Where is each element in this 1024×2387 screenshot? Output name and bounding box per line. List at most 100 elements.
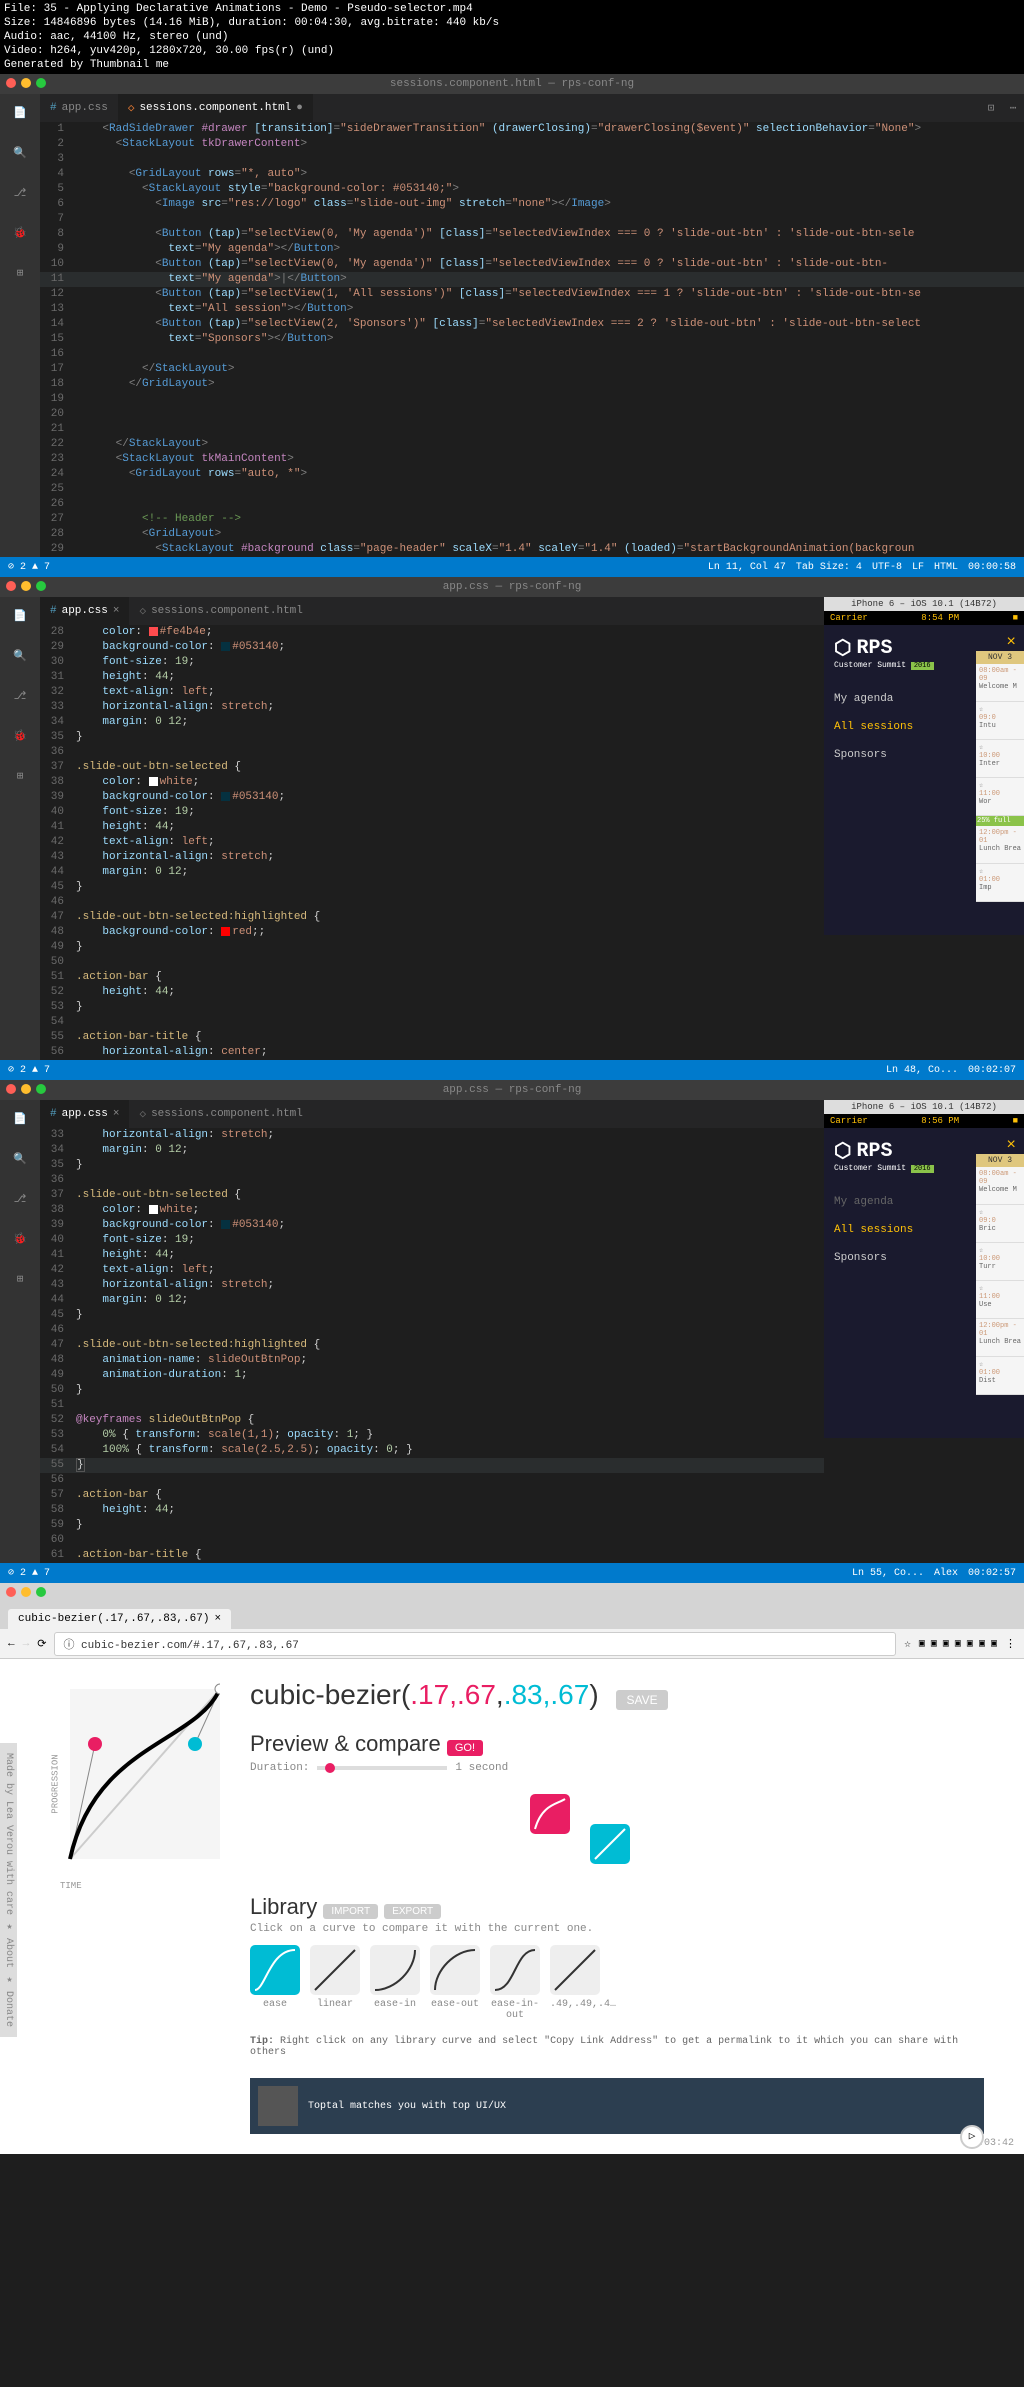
ios-simulator: iPhone 6 – iOS 10.1 (14B72) Carrier8:54 …: [824, 597, 1024, 947]
maximize-icon[interactable]: [36, 78, 46, 88]
event-item[interactable]: 12:00pm - 01Lunch Brea: [976, 826, 1024, 864]
control-point-2[interactable]: [188, 1737, 202, 1751]
status-language[interactable]: HTML: [934, 562, 958, 573]
preview-swatch-current[interactable]: [530, 1794, 570, 1834]
duration-control: Duration: 1 second: [250, 1762, 984, 1774]
extensions-icon[interactable]: ⊞: [9, 262, 31, 284]
forward-icon[interactable]: →: [23, 1638, 30, 1650]
titlebar: sessions.component.html — rps-conf-ng: [0, 74, 1024, 94]
event-item[interactable]: ☆10:00Turr: [976, 1243, 1024, 1281]
event-item[interactable]: ☆01:00Imp: [976, 864, 1024, 902]
close-icon[interactable]: ×: [113, 1108, 120, 1120]
window-title: app.css — rps-conf-ng: [443, 581, 582, 593]
tab-bar: #app.css ◇sessions.component.html● ⊡ ⋯: [40, 94, 1024, 122]
git-icon[interactable]: ⎇: [9, 685, 31, 707]
extensions-icons[interactable]: ▣ ▣ ▣ ▣ ▣ ▣ ▣: [919, 1638, 997, 1650]
status-errors[interactable]: ⊘ 2 ▲ 7: [8, 1064, 50, 1076]
status-errors[interactable]: ⊘ 2 ▲ 7: [8, 1567, 50, 1579]
window-controls[interactable]: [6, 78, 46, 88]
tab-sessions-html[interactable]: ◇sessions.component.html●: [118, 94, 313, 122]
status-user: Alex: [934, 1568, 958, 1579]
event-item[interactable]: ☆09:0Bric: [976, 1205, 1024, 1243]
curve-ease-in-out[interactable]: ease-in-out: [490, 1945, 540, 2021]
browser-tab-bar: cubic-bezier(.17,.67,.83,.67) ×: [0, 1603, 1024, 1629]
curve-custom[interactable]: .49,.49,.4…: [550, 1945, 600, 2021]
debug-icon[interactable]: 🐞: [9, 1228, 31, 1250]
status-encoding[interactable]: UTF-8: [872, 562, 902, 573]
status-line-col[interactable]: Ln 55, Co...: [852, 1568, 924, 1579]
git-icon[interactable]: ⎇: [9, 1188, 31, 1210]
browser-tab[interactable]: cubic-bezier(.17,.67,.83,.67) ×: [8, 1609, 231, 1629]
url-bar[interactable]: ⓘ cubic-bezier.com/#.17,.67,.83,.67: [54, 1632, 896, 1656]
tab-sessions-html[interactable]: ◇sessions.component.html: [129, 1100, 312, 1128]
reload-icon[interactable]: ⟳: [37, 1637, 46, 1651]
preview-swatch-compare[interactable]: [590, 1824, 630, 1864]
bezier-curve-editor[interactable]: PROGRESSION TIME: [40, 1679, 220, 1879]
titlebar: [0, 1583, 1024, 1603]
curve-ease[interactable]: ease: [250, 1945, 300, 2021]
file-video: Video: h264, yuv420p, 1280x720, 30.00 fp…: [4, 44, 1020, 58]
curve-ease-in[interactable]: ease-in: [370, 1945, 420, 2021]
explorer-icon[interactable]: 📄: [9, 605, 31, 627]
curve-linear[interactable]: linear: [310, 1945, 360, 2021]
event-item[interactable]: 08:00am - 09Welcome M: [976, 664, 1024, 702]
event-item[interactable]: ☆10:00Inter: [976, 740, 1024, 778]
donate-sidebar[interactable]: Made by Lea Verou with care ★ About ★ Do…: [0, 1743, 17, 2037]
status-line-col[interactable]: Ln 11, Col 47: [708, 562, 786, 573]
event-item[interactable]: ☆09:0Intu: [976, 702, 1024, 740]
import-button[interactable]: IMPORT: [323, 1904, 378, 1919]
event-item[interactable]: ☆11:00Use: [976, 1281, 1024, 1319]
control-point-1[interactable]: [88, 1737, 102, 1751]
event-item[interactable]: ☆11:00Wor: [976, 778, 1024, 816]
status-line-col[interactable]: Ln 48, Co...: [886, 1065, 958, 1076]
tab-sessions-html[interactable]: ◇sessions.component.html: [129, 597, 312, 625]
sim-statusbar: Carrier8:56 PM■: [824, 1114, 1024, 1128]
extensions-icon[interactable]: ⊞: [9, 765, 31, 787]
tab-app-css[interactable]: #app.css×: [40, 1100, 129, 1128]
search-icon[interactable]: 🔍: [9, 645, 31, 667]
extensions-icon[interactable]: ⊞: [9, 1268, 31, 1290]
curve-ease-out[interactable]: ease-out: [430, 1945, 480, 2021]
search-icon[interactable]: 🔍: [9, 142, 31, 164]
go-button[interactable]: GO!: [447, 1740, 483, 1756]
close-icon[interactable]: ×: [1006, 633, 1016, 651]
status-errors[interactable]: ⊘ 2 ▲ 7: [8, 561, 50, 573]
minimize-icon[interactable]: [21, 78, 31, 88]
search-icon[interactable]: 🔍: [9, 1148, 31, 1170]
file-audio: Audio: aac, 44100 Hz, stereo (und): [4, 30, 1020, 44]
close-icon[interactable]: ×: [113, 605, 120, 617]
menu-icon[interactable]: ⋮: [1005, 1637, 1016, 1651]
debug-icon[interactable]: 🐞: [9, 222, 31, 244]
export-button[interactable]: EXPORT: [384, 1904, 441, 1919]
footer-ad[interactable]: Toptal matches you with top UI/UX: [250, 2078, 984, 2134]
save-button[interactable]: SAVE: [616, 1690, 667, 1710]
debug-icon[interactable]: 🐞: [9, 725, 31, 747]
close-icon[interactable]: [6, 78, 16, 88]
status-line-ending[interactable]: LF: [912, 562, 924, 573]
curve-library: ease linear ease-in ease-out ease-in-out…: [250, 1945, 984, 2021]
event-item[interactable]: 12:00pm - 01Lunch Brea: [976, 1319, 1024, 1357]
more-icon[interactable]: ⋯: [1002, 97, 1024, 119]
vscode-pane-2: app.css — rps-conf-ng 📄 🔍 ⎇ 🐞 ⊞ #app.css…: [0, 577, 1024, 1080]
event-item[interactable]: ☆01:00Dist: [976, 1357, 1024, 1395]
ad-image: [258, 2086, 298, 2126]
back-icon[interactable]: ←: [8, 1638, 15, 1650]
tab-app-css[interactable]: #app.css×: [40, 597, 129, 625]
status-bar: ⊘ 2 ▲ 7 Ln 48, Co...00:02:07: [0, 1060, 1024, 1080]
git-icon[interactable]: ⎇: [9, 182, 31, 204]
play-icon[interactable]: ▷: [960, 2125, 984, 2149]
tab-dirty-icon[interactable]: ●: [296, 102, 303, 114]
close-icon[interactable]: ×: [1006, 1136, 1016, 1154]
duration-slider[interactable]: [317, 1766, 447, 1770]
status-tab-size[interactable]: Tab Size: 4: [796, 562, 862, 573]
date-header: NOV 3: [976, 1154, 1024, 1167]
code-editor[interactable]: 1 <RadSideDrawer #drawer [transition]="s…: [40, 122, 1024, 557]
split-icon[interactable]: ⊡: [980, 97, 1002, 119]
close-icon[interactable]: ×: [214, 1613, 221, 1625]
explorer-icon[interactable]: 📄: [9, 102, 31, 124]
explorer-icon[interactable]: 📄: [9, 1108, 31, 1130]
activity-bar: 📄 🔍 ⎇ 🐞 ⊞: [0, 1100, 40, 1563]
tab-app-css[interactable]: #app.css: [40, 94, 118, 122]
event-item[interactable]: 08:00am - 09Welcome M: [976, 1167, 1024, 1205]
star-icon[interactable]: ☆: [904, 1637, 911, 1651]
